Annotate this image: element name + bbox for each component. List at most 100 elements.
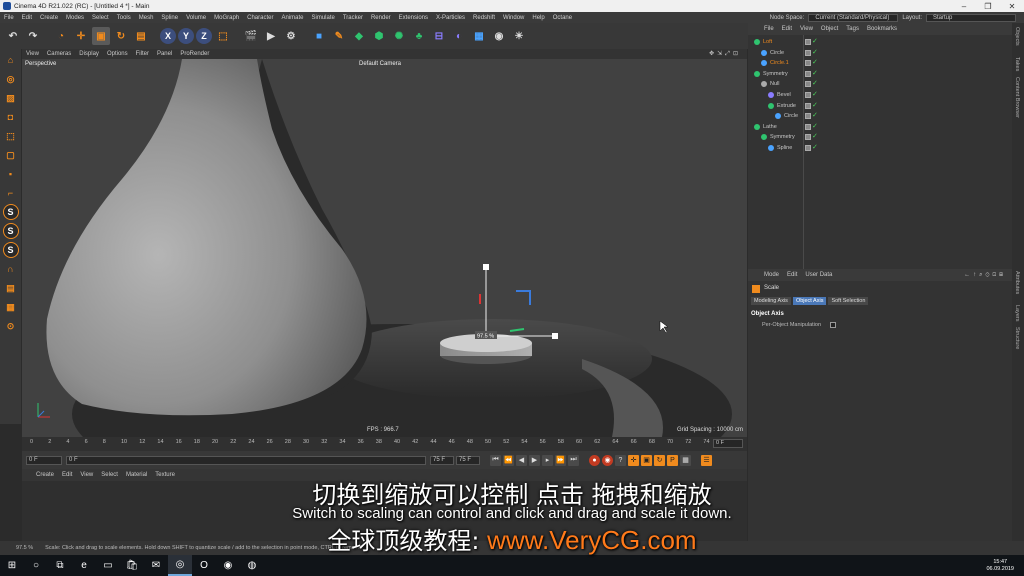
om-menu-tags[interactable]: Tags bbox=[846, 26, 859, 32]
workplane-snap-icon[interactable]: S bbox=[2, 223, 19, 239]
make-editable-icon[interactable]: ⌂ bbox=[3, 52, 19, 68]
menu-animate[interactable]: Animate bbox=[277, 15, 307, 21]
object-visibility-flags[interactable]: ✓ bbox=[805, 38, 818, 45]
x-axis-lock-button[interactable]: X bbox=[160, 28, 176, 44]
minimize-button[interactable]: – bbox=[952, 2, 976, 11]
object-row[interactable]: Extrude ✓ bbox=[768, 101, 994, 111]
play-icon[interactable]: ▶ bbox=[529, 454, 540, 466]
coordinate-system-icon[interactable]: ⬚ bbox=[214, 27, 232, 45]
menu-window[interactable]: Window bbox=[499, 15, 528, 21]
object-row[interactable]: Spline ✓ bbox=[768, 143, 994, 153]
live-selection-icon[interactable]: ◔ bbox=[52, 27, 70, 45]
end-frame-field[interactable]: 75 F bbox=[456, 455, 480, 465]
gizmo-plane-handle[interactable] bbox=[516, 290, 531, 305]
object-row[interactable]: Symmetry ✓ bbox=[754, 69, 994, 79]
pen-icon[interactable]: ✎ bbox=[330, 27, 348, 45]
enabled-check-icon[interactable]: ✓ bbox=[812, 80, 818, 87]
system-clock[interactable]: 15:47 06.09.2019 bbox=[986, 559, 1024, 573]
side-tab-objects[interactable]: Objects bbox=[1014, 27, 1020, 46]
visibility-toggle[interactable] bbox=[805, 134, 811, 141]
previous-frame-icon[interactable]: ◀ bbox=[516, 454, 527, 466]
go-to-start-icon[interactable]: ⏮ bbox=[490, 454, 501, 466]
menu-tracker[interactable]: Tracker bbox=[339, 15, 367, 21]
key-rotation-icon[interactable]: ↻ bbox=[654, 454, 665, 466]
viewport-menu-prorender[interactable]: ProRender bbox=[180, 51, 209, 57]
previous-key-icon[interactable]: ⏪ bbox=[503, 454, 514, 466]
am-menu-user-data[interactable]: User Data bbox=[805, 272, 832, 278]
key-parameter-icon[interactable]: P bbox=[667, 454, 678, 466]
am-menu-mode[interactable]: Mode bbox=[764, 272, 779, 278]
store-icon[interactable]: 🛍 bbox=[120, 555, 144, 576]
app-icon[interactable]: ◍ bbox=[240, 555, 264, 576]
object-visibility-flags[interactable]: ✓ bbox=[805, 80, 818, 88]
enabled-check-icon[interactable]: ✓ bbox=[812, 38, 818, 45]
visibility-toggle[interactable] bbox=[805, 123, 811, 130]
windows-start-icon[interactable]: ⊞ bbox=[0, 555, 24, 576]
start-frame-field[interactable]: 0 F bbox=[26, 455, 62, 465]
menu-mograph[interactable]: MoGraph bbox=[210, 15, 243, 21]
snap-icon[interactable]: S bbox=[2, 204, 19, 220]
autokey-icon[interactable]: ◉ bbox=[602, 454, 613, 466]
object-name[interactable]: Circle bbox=[770, 50, 784, 56]
enabled-check-icon[interactable]: ✓ bbox=[812, 133, 818, 140]
viewport-menu-display[interactable]: Display bbox=[79, 51, 99, 57]
key-pla-icon[interactable]: ▦ bbox=[680, 454, 691, 466]
object-visibility-flags[interactable]: ✓ bbox=[805, 91, 818, 98]
render-view-icon[interactable]: 🎬 bbox=[242, 27, 260, 45]
menu-extensions[interactable]: Extensions bbox=[395, 15, 432, 21]
recent-tools-icon[interactable]: ▤ bbox=[132, 27, 150, 45]
side-tab-structure[interactable]: Structure bbox=[1014, 327, 1020, 349]
object-row[interactable]: Circle.1 ✓ bbox=[761, 58, 994, 68]
visibility-toggle[interactable] bbox=[805, 70, 811, 77]
menu-spline[interactable]: Spline bbox=[157, 15, 182, 21]
object-name[interactable]: Circle bbox=[784, 113, 798, 119]
menu-volume[interactable]: Volume bbox=[182, 15, 210, 21]
tab-object-axis[interactable]: Object Axis bbox=[792, 297, 827, 305]
am-menu-edit[interactable]: Edit bbox=[787, 272, 797, 278]
layout-select[interactable]: Startup bbox=[926, 13, 1016, 22]
close-button[interactable]: ✕ bbox=[1000, 2, 1024, 11]
go-to-end-icon[interactable]: ⏭ bbox=[568, 454, 579, 466]
timeline-ruler[interactable]: 0 2 4 6 8 10 12 14 16 18 20 22 24 26 28 30 32 34 36 38 40 42 4… bbox=[22, 437, 747, 451]
object-name[interactable]: Circle.1 bbox=[770, 60, 789, 66]
object-name[interactable]: Lathe bbox=[763, 124, 777, 130]
viewport-menu-cameras[interactable]: Cameras bbox=[47, 51, 71, 57]
chrome-icon[interactable]: ◉ bbox=[216, 555, 240, 576]
object-visibility-flags[interactable]: ✓ bbox=[805, 49, 818, 56]
grid-icon[interactable]: ▦ bbox=[3, 299, 19, 315]
viewport-nav-icons[interactable]: ✥⇲⤢⊡ bbox=[709, 50, 747, 58]
gizmo-y-handle[interactable] bbox=[483, 264, 489, 270]
visibility-toggle[interactable] bbox=[805, 49, 811, 56]
visibility-toggle[interactable] bbox=[805, 92, 811, 98]
om-menu-edit[interactable]: Edit bbox=[782, 26, 792, 32]
object-row[interactable]: Null ✓ bbox=[761, 79, 994, 89]
redo-icon[interactable]: ↷ bbox=[24, 27, 42, 45]
y-axis-lock-button[interactable]: Y bbox=[178, 28, 194, 44]
menu-x-particles[interactable]: X-Particles bbox=[432, 15, 469, 21]
next-frame-icon[interactable]: ▸ bbox=[542, 454, 553, 466]
key-scale-icon[interactable]: ▣ bbox=[641, 454, 652, 466]
render-picture-viewer-icon[interactable]: ▶ bbox=[262, 27, 280, 45]
object-name[interactable]: Spline bbox=[777, 145, 792, 151]
rotate-icon[interactable]: ↻ bbox=[112, 27, 130, 45]
side-tab-content-browser[interactable]: Content Browser bbox=[1014, 77, 1020, 118]
visibility-toggle[interactable] bbox=[805, 60, 811, 67]
visibility-toggle[interactable] bbox=[805, 81, 811, 88]
object-row[interactable]: Lathe ✓ bbox=[754, 122, 994, 132]
move-icon[interactable]: ✛ bbox=[72, 27, 90, 45]
enabled-check-icon[interactable]: ✓ bbox=[812, 123, 818, 130]
timeline-current-frame[interactable]: 0 F bbox=[713, 439, 743, 448]
render-settings-icon[interactable]: ⚙ bbox=[282, 27, 300, 45]
object-name[interactable]: Null bbox=[770, 81, 779, 87]
enabled-check-icon[interactable]: ✓ bbox=[812, 102, 818, 109]
object-row[interactable]: Bevel ✓ bbox=[768, 90, 994, 100]
menu-character[interactable]: Character bbox=[243, 15, 277, 21]
record-icon[interactable]: ● bbox=[589, 454, 600, 466]
menu-tools[interactable]: Tools bbox=[113, 15, 135, 21]
om-menu-bookmarks[interactable]: Bookmarks bbox=[867, 26, 897, 32]
am-nav-icons[interactable]: ←↑⌕⊙⊡⊞ bbox=[964, 272, 1012, 279]
tab-modeling-axis[interactable]: Modeling Axis bbox=[751, 297, 791, 305]
mail-icon[interactable]: ✉ bbox=[144, 555, 168, 576]
menu-redshift[interactable]: Redshift bbox=[469, 15, 499, 21]
max-frame-field[interactable]: 75 F bbox=[430, 455, 454, 465]
